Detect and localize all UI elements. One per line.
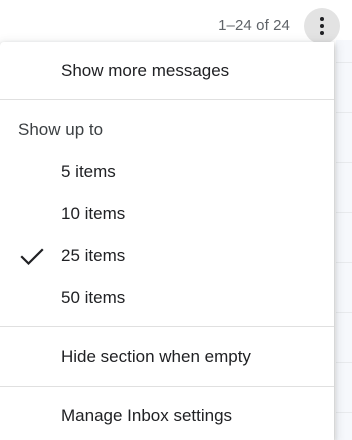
menu-item-50-items[interactable]: 50 items <box>0 288 334 308</box>
menu-divider <box>0 386 334 387</box>
menu-item-10-items[interactable]: 10 items <box>0 204 334 224</box>
show-up-to-heading: Show up to <box>18 120 104 139</box>
pagination-range: 1–24 of 24 <box>218 17 290 34</box>
hide-section-when-empty-item[interactable]: Hide section when empty <box>0 347 334 367</box>
menu-item-label: 25 items <box>61 246 126 265</box>
background-inbox-strip <box>336 40 352 440</box>
menu-item-5-items[interactable]: 5 items <box>0 162 334 182</box>
checkmark-icon <box>20 248 44 266</box>
more-options-button[interactable] <box>304 8 340 44</box>
manage-inbox-settings-item[interactable]: Manage Inbox settings <box>0 406 334 426</box>
menu-item-25-items[interactable]: 25 items <box>0 246 334 266</box>
menu-divider <box>0 326 334 327</box>
inbox-toolbar: 1–24 of 24 <box>0 0 352 44</box>
more-vert-icon <box>320 17 324 21</box>
menu-divider <box>0 99 334 100</box>
show-more-messages-item[interactable]: Show more messages <box>0 61 334 81</box>
section-options-menu: Show more messages Show up to 5 items 10… <box>0 42 334 440</box>
